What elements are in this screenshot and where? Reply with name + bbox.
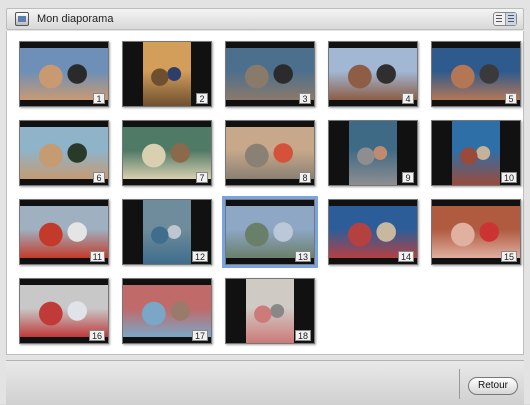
slide-thumbnail[interactable]: 14 bbox=[328, 199, 418, 265]
slide-thumbnail[interactable]: 10 bbox=[431, 120, 521, 186]
slide-number: 9 bbox=[402, 172, 414, 183]
divider bbox=[459, 369, 460, 399]
slide-number: 2 bbox=[196, 93, 208, 104]
slide-thumbnail[interactable]: 16 bbox=[19, 278, 109, 344]
slide-number: 3 bbox=[299, 93, 311, 104]
slide-number: 18 bbox=[294, 330, 311, 341]
bottom-bar: Retour bbox=[6, 360, 524, 405]
slide-thumbnail[interactable]: 12 bbox=[122, 199, 212, 265]
slide-number: 17 bbox=[191, 330, 208, 341]
slide-number: 14 bbox=[397, 251, 414, 262]
list-view-icon[interactable] bbox=[494, 13, 505, 25]
slide-thumbnail[interactable]: 13 bbox=[222, 196, 318, 268]
slideshow-icon bbox=[15, 12, 29, 26]
slide-thumbnail[interactable]: 7 bbox=[122, 120, 212, 186]
slide-number: 1 bbox=[93, 93, 105, 104]
slide-image bbox=[143, 42, 191, 106]
slide-number: 8 bbox=[299, 172, 311, 183]
slide-thumbnail[interactable]: 6 bbox=[19, 120, 109, 186]
slide-number: 12 bbox=[191, 251, 208, 262]
slide-number: 6 bbox=[93, 172, 105, 183]
slide-thumbnail[interactable]: 17 bbox=[122, 278, 212, 344]
slide-number: 4 bbox=[402, 93, 414, 104]
slide-thumbnail[interactable]: 11 bbox=[19, 199, 109, 265]
window-header: Mon diaporama bbox=[6, 8, 524, 30]
slide-thumbnail[interactable]: 15 bbox=[431, 199, 521, 265]
slide-number: 15 bbox=[500, 251, 517, 262]
slide-image bbox=[246, 279, 294, 343]
slide-number: 7 bbox=[196, 172, 208, 183]
slide-thumbnail[interactable]: 18 bbox=[225, 278, 315, 344]
slide-thumbnail[interactable]: 4 bbox=[328, 41, 418, 107]
window-title: Mon diaporama bbox=[37, 13, 114, 25]
slide-thumbnail[interactable]: 8 bbox=[225, 120, 315, 186]
slide-number: 10 bbox=[500, 172, 517, 183]
grid-view-icon[interactable] bbox=[504, 13, 516, 25]
back-button[interactable]: Retour bbox=[468, 377, 518, 395]
slide-thumbnail[interactable]: 1 bbox=[19, 41, 109, 107]
slide-thumbnail[interactable]: 2 bbox=[122, 41, 212, 107]
slide-number: 5 bbox=[505, 93, 517, 104]
slide-thumbnail[interactable]: 3 bbox=[225, 41, 315, 107]
slide-grid: 1 2 3 4 5 6 7 8 9 10 11 12 13 14 15 16 17 18 bbox=[6, 31, 524, 355]
slide-image bbox=[452, 121, 500, 185]
slide-image bbox=[349, 121, 397, 185]
slide-number: 13 bbox=[294, 251, 311, 262]
slide-number: 11 bbox=[89, 251, 105, 262]
view-toggle[interactable] bbox=[493, 12, 517, 26]
slideshow-window: Mon diaporama 1 2 3 4 5 6 7 8 9 10 11 12 13 14 15 16 17 1… bbox=[0, 0, 530, 405]
slide-number: 16 bbox=[88, 330, 105, 341]
slide-thumbnail[interactable]: 9 bbox=[328, 120, 418, 186]
slide-thumbnail[interactable]: 5 bbox=[431, 41, 521, 107]
slide-image bbox=[143, 200, 191, 264]
